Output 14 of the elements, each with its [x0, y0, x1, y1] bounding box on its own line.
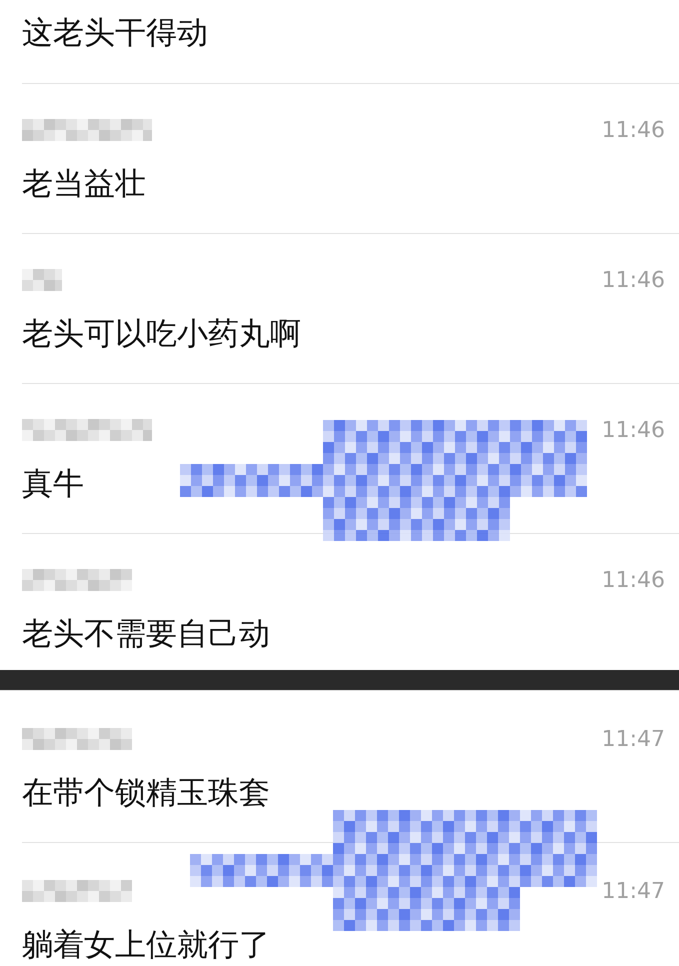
- message-text: 躺着女上位就行了: [22, 926, 271, 965]
- message-time: 11:46: [602, 118, 665, 142]
- message-text: 老头可以吃小药丸啊: [22, 315, 302, 354]
- message-time: 11:47: [602, 726, 665, 752]
- message-text: 真牛: [22, 465, 85, 504]
- message-text: 老当益壮: [22, 165, 147, 204]
- message-time: 11:46: [602, 418, 665, 442]
- message-time: 11:46: [602, 568, 665, 592]
- message-text: 老头不需要自己动: [22, 615, 271, 654]
- message-time: 11:47: [602, 878, 665, 904]
- redacted-name: [22, 269, 62, 291]
- message-time: 11:46: [602, 268, 665, 292]
- message-text: 这老头干得动: [22, 14, 209, 53]
- message-text: 在带个锁精玉珠套: [22, 774, 271, 813]
